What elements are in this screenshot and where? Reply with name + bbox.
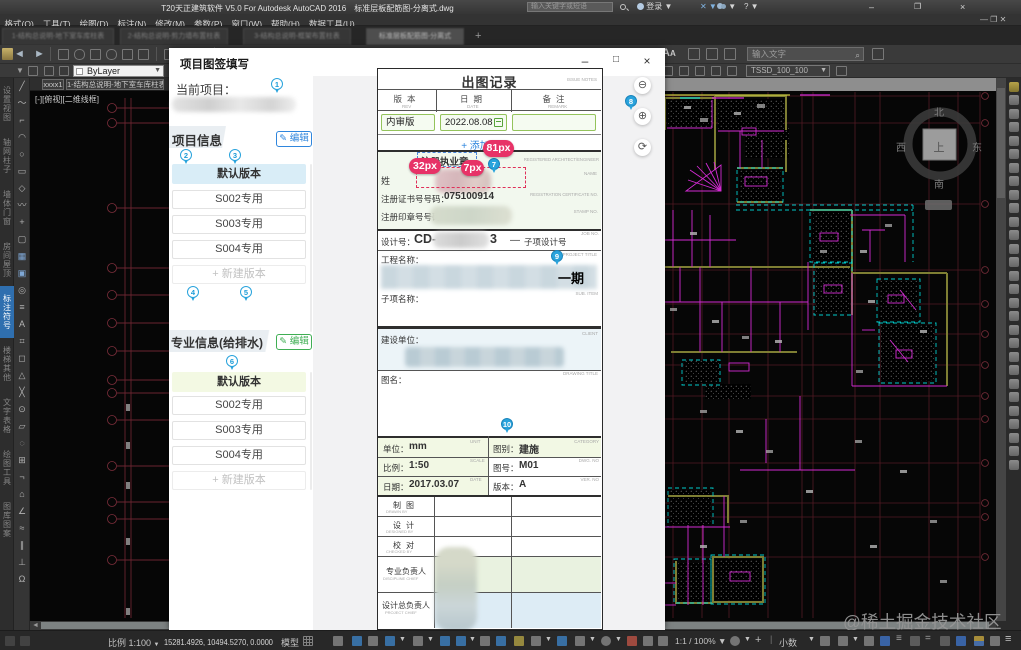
svg-text:上: 上 (934, 141, 945, 154)
svg-text:东: 东 (972, 141, 982, 154)
svg-text:北: 北 (934, 107, 944, 119)
svg-text:西: 西 (896, 143, 906, 154)
svg-text:南: 南 (934, 178, 944, 191)
